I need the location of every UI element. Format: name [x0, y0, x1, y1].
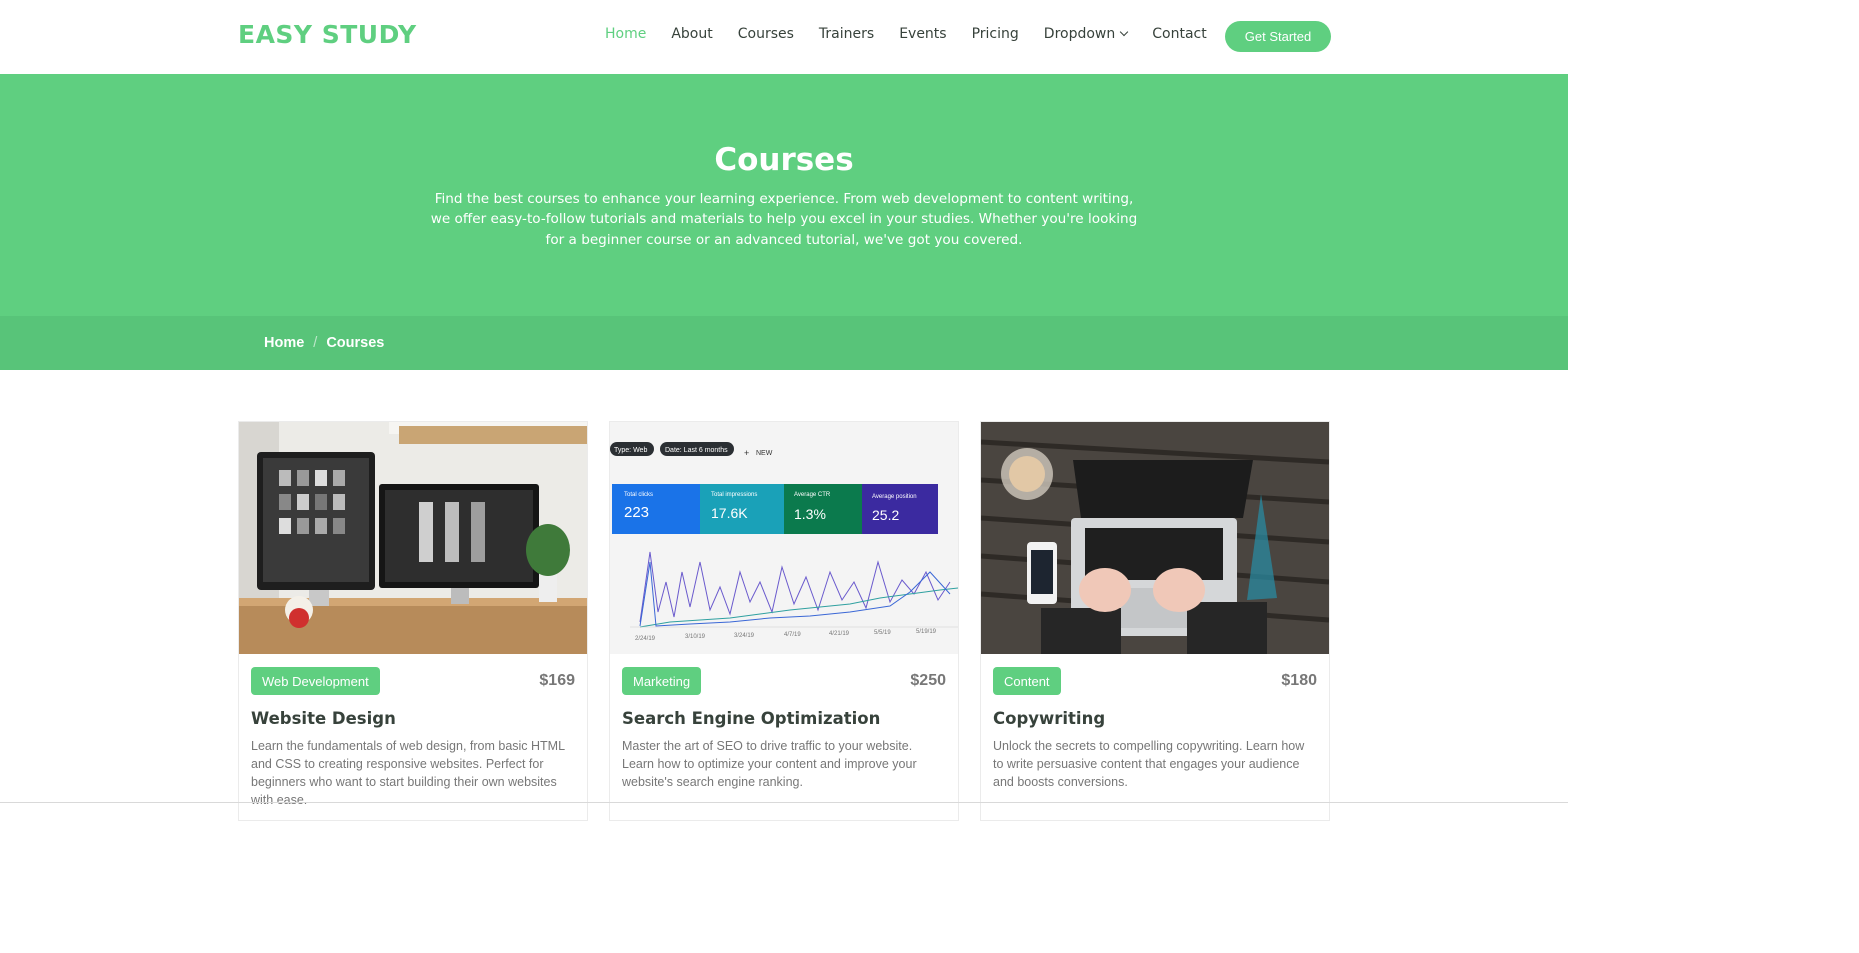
- metric-label-impressions: Total impressions: [711, 492, 757, 498]
- course-category-badge[interactable]: Marketing: [622, 667, 702, 695]
- nav-contact[interactable]: Contact: [1152, 26, 1206, 42]
- metric-value-clicks: 223: [624, 504, 649, 521]
- breadcrumb-current: Courses: [326, 335, 385, 351]
- course-description: Learn the fundamentals of web design, fr…: [251, 739, 565, 807]
- axis-date-2: 3/10/19: [685, 634, 706, 640]
- axis-date-7: 5/19/19: [916, 629, 937, 635]
- axis-date-1: 2/24/19: [635, 636, 656, 642]
- course-image-workspace: [239, 422, 587, 654]
- course-title[interactable]: Search Engine Optimization: [622, 709, 880, 728]
- chevron-down-icon: [1120, 27, 1129, 37]
- nav-home[interactable]: Home: [605, 26, 646, 42]
- nav-pricing[interactable]: Pricing: [972, 26, 1019, 42]
- course-price: $169: [539, 672, 575, 689]
- metric-label-ctr: Average CTR: [794, 492, 831, 498]
- seo-chip-new: NEW: [756, 450, 773, 457]
- nav-dropdown-label: Dropdown: [1043, 26, 1116, 42]
- axis-date-5: 4/21/19: [829, 631, 850, 637]
- site-header: EASY STUDY Home About Courses Trainers E…: [0, 0, 1568, 74]
- page-intro: Find the best courses to enhance your le…: [430, 191, 1138, 248]
- course-category-badge[interactable]: Web Development: [251, 667, 380, 695]
- course-description: Master the art of SEO to drive traffic t…: [622, 739, 917, 789]
- axis-date-6: 5/5/19: [874, 630, 891, 636]
- nav-dropdown[interactable]: Dropdown: [1043, 26, 1129, 42]
- axis-date-3: 3/24/19: [734, 633, 755, 639]
- course-category-badge[interactable]: Content: [993, 667, 1061, 695]
- metric-label-position: Average position: [872, 494, 917, 500]
- breadcrumb: Home / Courses: [0, 316, 1568, 370]
- course-image-analytics: Type: Web Date: Last 6 months + NEW Tota…: [610, 422, 958, 654]
- plus-icon: +: [744, 448, 749, 458]
- metric-value-impressions: 17.6K: [711, 505, 748, 521]
- course-card-copywriting[interactable]: Content $180 Copywriting Unlock the secr…: [980, 421, 1330, 821]
- course-image-laptop: [981, 422, 1329, 654]
- page-divider: [0, 802, 1568, 803]
- metric-value-ctr: 1.3%: [794, 506, 826, 522]
- seo-chip-type: Type: Web: [614, 447, 647, 454]
- main-nav: Home About Courses Trainers Events Prici…: [605, 26, 1232, 42]
- course-price: $250: [910, 672, 946, 689]
- course-card-seo[interactable]: Type: Web Date: Last 6 months + NEW Tota…: [609, 421, 959, 821]
- breadcrumb-separator: /: [313, 335, 318, 351]
- course-description: Unlock the secrets to compelling copywri…: [993, 739, 1305, 789]
- course-title[interactable]: Copywriting: [993, 709, 1105, 728]
- nav-trainers[interactable]: Trainers: [819, 26, 874, 42]
- breadcrumb-home[interactable]: Home: [264, 335, 304, 351]
- nav-events[interactable]: Events: [899, 26, 946, 42]
- site-logo[interactable]: EASY STUDY: [238, 20, 417, 49]
- page-hero: Courses Find the best courses to enhance…: [0, 74, 1568, 316]
- page-title: Courses: [714, 142, 854, 178]
- metric-label-clicks: Total clicks: [624, 492, 653, 498]
- seo-chip-date: Date: Last 6 months: [665, 447, 728, 454]
- course-card-website-design[interactable]: Web Development $169 Website Design Lear…: [238, 421, 588, 821]
- course-title[interactable]: Website Design: [251, 709, 396, 728]
- nav-about[interactable]: About: [671, 26, 712, 42]
- axis-date-4: 4/7/19: [784, 632, 801, 638]
- metric-value-position: 25.2: [872, 507, 899, 523]
- course-price: $180: [1281, 672, 1317, 689]
- nav-courses[interactable]: Courses: [738, 26, 794, 42]
- get-started-button[interactable]: Get Started: [1225, 21, 1331, 52]
